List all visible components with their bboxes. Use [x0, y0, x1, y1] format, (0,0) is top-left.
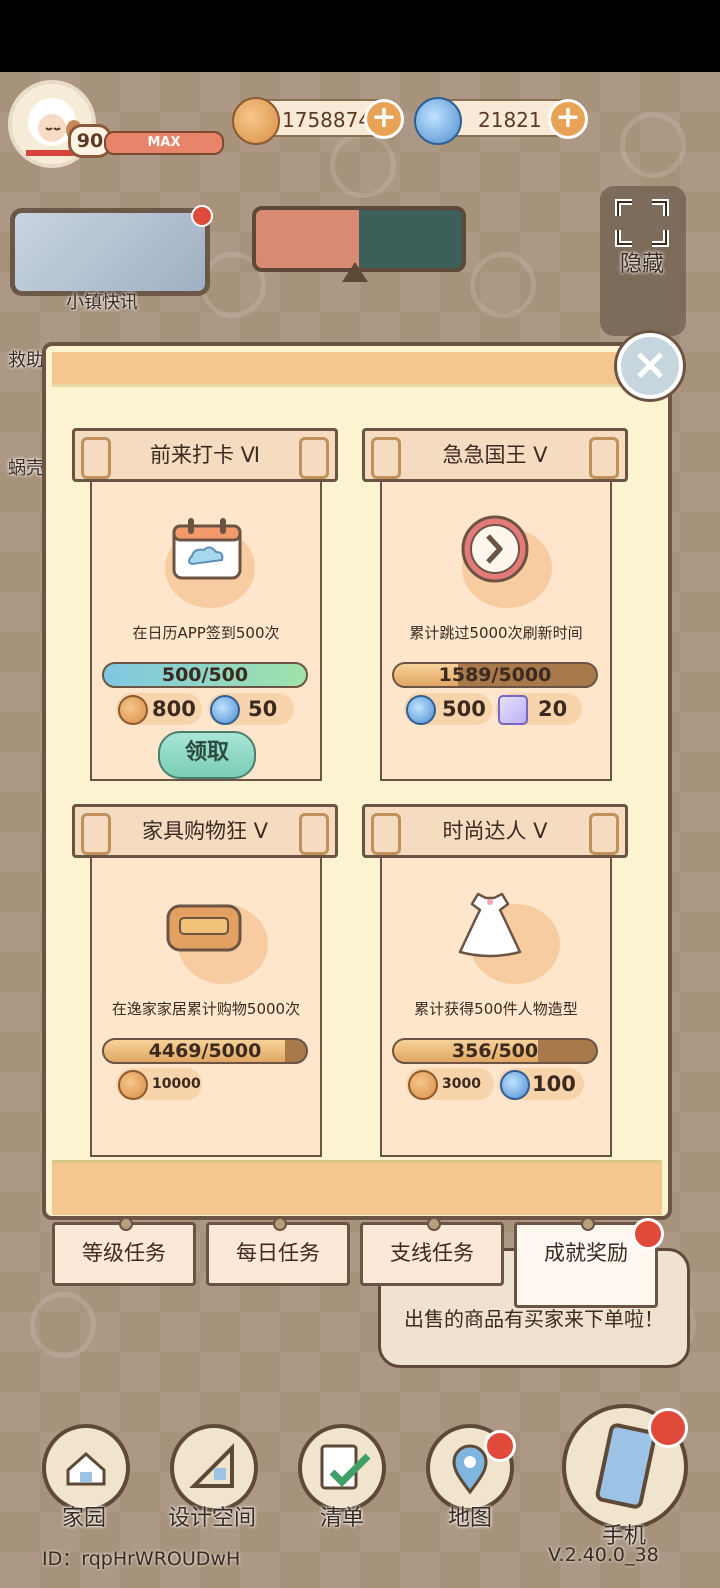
- nav-checklist-button[interactable]: [298, 1424, 386, 1512]
- ticket-icon: [498, 695, 528, 725]
- panel-header-band: [52, 352, 662, 387]
- house-icon: [66, 1451, 106, 1486]
- swirl-gem-icon: [414, 97, 462, 145]
- tab-label: 成就奖励: [544, 1241, 628, 1265]
- progress-bar: 500/500: [102, 662, 308, 688]
- nav-design-button[interactable]: [170, 1424, 258, 1512]
- reward-value: 50: [248, 697, 278, 721]
- ruler-icon: [189, 1443, 234, 1488]
- day-night-pointer: [342, 262, 368, 282]
- tab-daily-tasks[interactable]: 每日任务: [206, 1217, 350, 1286]
- add-coins-button[interactable]: +: [364, 99, 404, 139]
- hide-label[interactable]: 隐藏: [620, 246, 664, 278]
- coin-icon: [118, 1070, 148, 1100]
- notification-dot: [484, 1430, 516, 1462]
- tab-label: 支线任务: [390, 1241, 474, 1265]
- achievement-title: 急急国王 Ⅴ: [362, 428, 628, 482]
- nav-home-button[interactable]: [42, 1424, 130, 1512]
- achievement-description: 在日历APP签到500次: [132, 624, 280, 642]
- progress-text: 4469/5000: [148, 1040, 262, 1062]
- notification-text: 出售的商品有买家来下单啦！: [404, 1307, 664, 1331]
- achievement-title: 时尚达人 Ⅴ: [362, 804, 628, 858]
- progress-bar: 356/500: [392, 1038, 598, 1064]
- dress-icon: [450, 888, 530, 962]
- add-gems-button[interactable]: +: [548, 99, 588, 139]
- sofa-icon: [164, 896, 244, 956]
- achievement-description: 累计跳过5000次刷新时间: [409, 624, 583, 642]
- reward-value: 20: [538, 697, 568, 721]
- reward-chip: 100: [498, 1068, 584, 1100]
- reward-value: 500: [442, 697, 486, 721]
- notification-dot: [648, 1408, 688, 1448]
- coin-icon: [408, 1070, 438, 1100]
- reward-chip: 20: [496, 693, 582, 725]
- nav-checklist-label: 清单: [320, 1506, 365, 1531]
- nav-design-label: 设计空间: [168, 1506, 257, 1531]
- achievement-description: 在逸家家居累计购物5000次: [111, 1000, 301, 1018]
- close-icon: ×: [631, 339, 669, 390]
- sun-pattern: [30, 1292, 96, 1358]
- achievement-description: 累计获得500件人物造型: [414, 1000, 578, 1018]
- fullscreen-icon[interactable]: [614, 198, 670, 248]
- checklist-icon: [320, 1444, 371, 1490]
- nav-home-label: 家园: [62, 1506, 107, 1531]
- sun-pattern: [330, 132, 396, 198]
- close-button[interactable]: ×: [617, 333, 683, 399]
- clock-skip-icon: [458, 512, 532, 586]
- reward-chip: 500: [404, 693, 492, 725]
- reward-value: 10000: [152, 1076, 201, 1092]
- sun-pattern: [470, 252, 536, 318]
- gem-amount: 21821: [478, 108, 542, 132]
- achievement-title: 家具购物狂 Ⅴ: [72, 804, 338, 858]
- progress-bar: 1589/5000: [392, 662, 598, 688]
- reward-value: 100: [532, 1072, 576, 1096]
- tab-side-tasks[interactable]: 支线任务: [360, 1217, 504, 1286]
- player-id: ID：rqpHrWROUDwH: [42, 1548, 241, 1570]
- reward-value: 800: [152, 697, 196, 721]
- tab-label: 等级任务: [82, 1241, 166, 1265]
- reward-value: 3000: [442, 1076, 481, 1092]
- reward-chip: 3000: [406, 1068, 494, 1100]
- coin-amount: 1758874: [282, 108, 372, 132]
- achievement-title: 前来打卡 Ⅵ: [72, 428, 338, 482]
- panel-footer-band: [52, 1160, 662, 1215]
- tab-label: 每日任务: [236, 1241, 320, 1265]
- sun-pattern: [620, 112, 686, 178]
- coin-counter: 1758874 +: [232, 97, 404, 145]
- swirl-gem-icon: [406, 695, 436, 725]
- xp-bar: MAX: [104, 131, 224, 155]
- reward-chip: 800: [116, 693, 202, 725]
- tab-level-tasks[interactable]: 等级任务: [52, 1217, 196, 1286]
- progress-text: 356/500: [451, 1040, 539, 1062]
- town-news-button[interactable]: [10, 205, 213, 296]
- progress-text: 1589/5000: [438, 664, 552, 686]
- coin-icon: [232, 97, 280, 145]
- coin-icon: [118, 695, 148, 725]
- notification-dot: [632, 1218, 664, 1250]
- calendar-icon: [168, 516, 248, 586]
- shell-label: 蜗壳: [8, 458, 44, 479]
- swirl-gem-icon: [500, 1070, 530, 1100]
- progress-text: 500/500: [161, 664, 249, 686]
- claim-button[interactable]: 领取: [158, 731, 256, 779]
- nav-map-label: 地图: [448, 1506, 493, 1531]
- progress-bar: 4469/5000: [102, 1038, 308, 1064]
- version-label: V.2.40.0_38: [548, 1544, 659, 1566]
- rescue-label: 救助: [8, 350, 44, 371]
- reward-chip: 10000: [116, 1068, 202, 1100]
- town-news-label: 小镇快讯: [66, 292, 138, 313]
- swirl-gem-icon: [210, 695, 240, 725]
- reward-chip: 50: [208, 693, 294, 725]
- gem-counter: 21821 +: [414, 97, 588, 145]
